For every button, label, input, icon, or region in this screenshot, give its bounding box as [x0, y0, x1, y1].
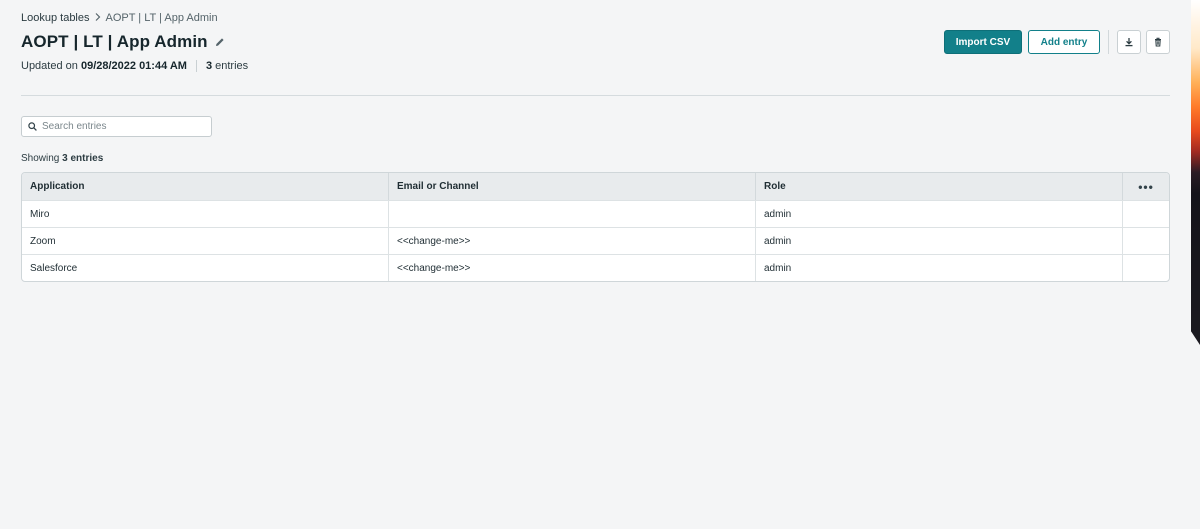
add-entry-button[interactable]: Add entry — [1028, 30, 1100, 54]
section-divider — [21, 95, 1170, 96]
table-menu-cell: ••• — [1122, 173, 1169, 200]
breadcrumb: Lookup tables AOPT | LT | App Admin — [21, 12, 218, 24]
entries-label: entries — [215, 60, 249, 72]
updated-timestamp: 09/28/2022 01:44 AM — [80, 60, 187, 72]
cell-role: admin — [755, 201, 1122, 227]
table-meta: Updated on 09/28/2022 01:44 AM 3 entries — [21, 60, 248, 72]
header-actions: Import CSV Add entry — [944, 30, 1170, 54]
column-header-application[interactable]: Application — [22, 173, 388, 200]
column-header-email-or-channel[interactable]: Email or Channel — [388, 173, 755, 200]
cell-role: admin — [755, 228, 1122, 254]
entries-table: Application Email or Channel Role ••• Mi… — [21, 172, 1170, 282]
column-header-role[interactable]: Role — [755, 173, 1122, 200]
breadcrumb-current: AOPT | LT | App Admin — [105, 12, 218, 24]
table-row[interactable]: Miro admin — [22, 200, 1169, 227]
pencil-icon[interactable] — [215, 37, 225, 47]
table-header-row: Application Email or Channel Role ••• — [22, 173, 1169, 200]
actions-divider — [1108, 30, 1109, 54]
cell-email-or-channel: <<change-me>> — [388, 228, 755, 254]
updated-label: Updated on — [21, 60, 78, 72]
table-row[interactable]: Salesforce <<change-me>> admin — [22, 254, 1169, 281]
breadcrumb-lookup-tables[interactable]: Lookup tables — [21, 12, 90, 24]
cell-row-actions — [1122, 201, 1169, 227]
entries-count: 3 — [205, 60, 213, 72]
title-row: AOPT | LT | App Admin — [21, 32, 225, 52]
showing-label: Showing — [21, 153, 60, 164]
delete-button[interactable] — [1146, 30, 1170, 54]
download-button[interactable] — [1117, 30, 1141, 54]
more-options-icon[interactable]: ••• — [1138, 181, 1154, 193]
cell-application: Zoom — [30, 235, 56, 247]
cell-row-actions — [1122, 228, 1169, 254]
cell-role: admin — [755, 255, 1122, 281]
search-box — [21, 116, 212, 137]
search-icon — [28, 122, 37, 131]
search-input[interactable] — [42, 121, 202, 132]
chevron-right-icon — [95, 12, 101, 24]
table-row[interactable]: Zoom <<change-me>> admin — [22, 227, 1169, 254]
desktop-background-edge — [1191, 0, 1200, 345]
trash-icon — [1153, 37, 1163, 47]
cell-row-actions — [1122, 255, 1169, 281]
showing-entries: 3 entries — [62, 153, 104, 164]
cell-application: Salesforce — [30, 262, 78, 274]
cell-email-or-channel: <<change-me>> — [388, 255, 755, 281]
import-csv-button[interactable]: Import CSV — [944, 30, 1022, 54]
cell-email-or-channel — [388, 201, 755, 227]
download-icon — [1124, 37, 1134, 47]
cell-application: Miro — [30, 208, 50, 220]
meta-divider — [195, 60, 197, 72]
lookup-table-page: Lookup tables AOPT | LT | App Admin AOPT… — [21, 0, 1170, 529]
page-title: AOPT | LT | App Admin — [21, 32, 208, 51]
showing-count: Showing 3 entries — [21, 153, 103, 164]
